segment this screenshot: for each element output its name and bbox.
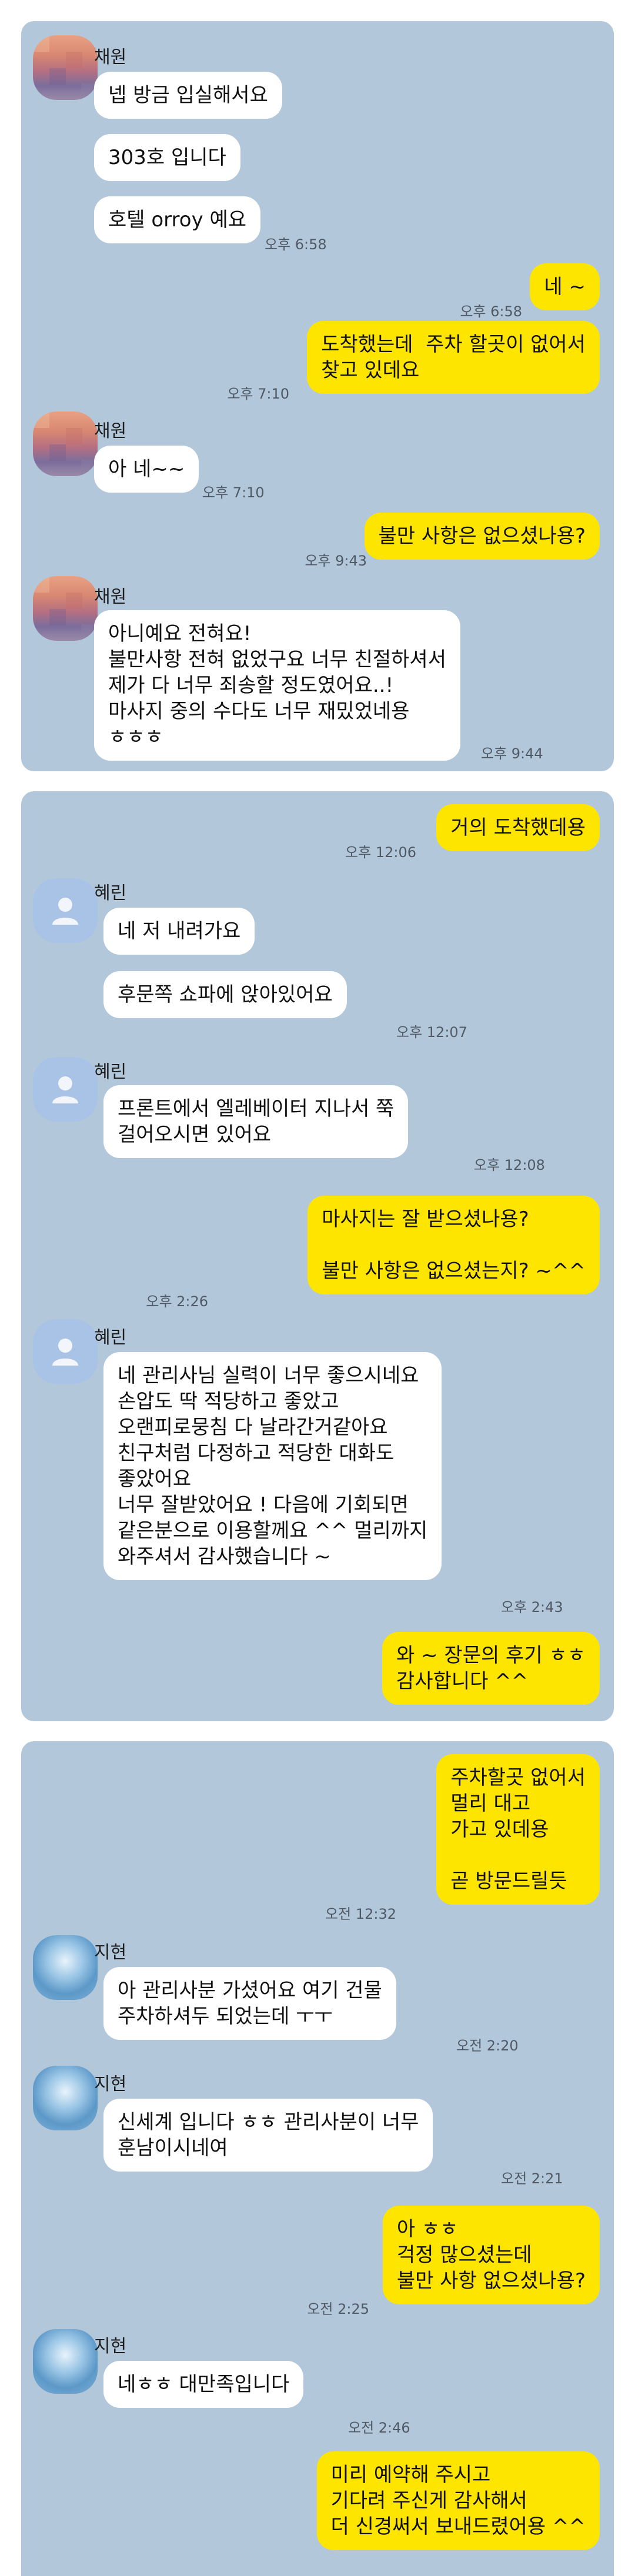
chat-screenshot-1: 채원 넵 방금 입실해서요 303호 입니다 호텔 orroy 예요 오후 6:… [21,21,614,771]
message-time: 오전 2:21 [501,2170,563,2187]
message-bubble-sent[interactable]: 불만 사항은 없으셨나용? [364,513,600,560]
message-time: 오후 12:08 [474,1157,545,1173]
avatar-hyerin[interactable] [33,878,98,943]
message-bubble[interactable]: 303호 입니다 [94,134,240,181]
sender-name: 혜린 [94,1327,127,1348]
message-bubble[interactable]: 아 관리사분 가셨어요 여기 건물 주차하셔두 되었는데 ㅜㅜ [103,1967,396,2040]
message-bubble[interactable]: 아니예요 전혀요! 불만사항 전혀 없었구요 너무 친절하셔서 제가 다 너무 … [94,610,460,761]
chat-screenshot-3: 주차할곳 없어서 멀리 대고 가고 있데용 곧 방문드릴듯 오전 12:32 지… [21,1741,614,2576]
avatar-chaewon[interactable] [33,412,98,476]
message-time: 오후 7:10 [202,484,265,501]
avatar-hyerin[interactable] [33,1319,98,1384]
message-bubble-sent[interactable]: 아 ㅎㅎ 걱정 많으셨는데 불만 사항 없으셨나용? [382,2206,600,2304]
sender-name: 지현 [94,2074,127,2095]
sender-name: 채원 [94,587,127,607]
avatar-chaewon[interactable] [33,35,98,100]
avatar-jihyun[interactable] [33,2329,98,2394]
message-time: 오전 2:25 [307,2301,369,2317]
message-bubble[interactable]: 프론트에서 엘레베이터 지나서 쭉 걸어오시면 있어요 [103,1085,409,1158]
message-bubble-sent[interactable]: 미리 예약해 주시고 기다려 주신게 감사해서 더 신경써서 보내드렸어용 ^^ [316,2451,600,2550]
message-time: 오전 2:46 [348,2420,410,2436]
message-bubble-sent[interactable]: 주차할곳 없어서 멀리 대고 가고 있데용 곧 방문드릴듯 [436,1754,600,1905]
message-time: 오전 2:20 [456,2038,519,2054]
person-icon [52,1076,78,1103]
message-time: 오후 9:43 [305,553,367,569]
message-bubble[interactable]: 네ㅎㅎ 대만족입니다 [103,2361,304,2408]
message-time: 오전 12:32 [325,1906,396,1922]
message-time: 오후 12:06 [345,844,416,861]
message-time: 오후 2:43 [501,1599,563,1615]
message-bubble[interactable]: 후문쪽 쇼파에 앉아있어요 [103,971,347,1018]
message-bubble[interactable]: 넵 방금 입실해서요 [94,72,282,119]
message-bubble-sent[interactable]: 마사지는 잘 받으셨나용? 불만 사항은 없으셨는지? ~^^ [308,1196,600,1294]
sender-name: 채원 [94,421,127,441]
person-icon [52,1339,78,1366]
message-time: 오후 12:07 [396,1024,467,1041]
sender-name: 지현 [94,2336,127,2357]
avatar-hyerin[interactable] [33,1057,98,1122]
message-bubble[interactable]: 네 저 내려가요 [103,908,255,955]
message-time: 오후 9:44 [481,745,543,762]
message-time: 오후 6:58 [460,303,522,320]
sender-name: 혜린 [94,883,127,904]
message-bubble[interactable]: 신세계 입니다 ㅎㅎ 관리사분이 너무 훈남이시네여 [103,2099,433,2172]
sender-name: 지현 [94,1942,127,1963]
message-time: 오후 7:10 [227,386,289,402]
message-time: 오후 2:26 [146,1293,208,1310]
avatar-chaewon[interactable] [33,576,98,641]
message-bubble-sent[interactable]: 거의 도착했데용 [436,804,600,851]
message-bubble[interactable]: 네 관리사님 실력이 너무 좋으시네요 손압도 딱 적당하고 좋았고 오랜피로뭉… [103,1352,442,1580]
person-icon [52,898,78,925]
message-bubble[interactable]: 호텔 orroy 예요 [94,196,261,243]
message-bubble-sent[interactable]: 도착했는데 주차 할곳이 없어서 찾고 있데요 [307,321,600,394]
sender-name: 채원 [94,47,127,68]
message-bubble[interactable]: 아 네~~ [94,446,199,493]
chat-screenshot-2: 거의 도착했데용 오후 12:06 혜린 네 저 내려가요 후문쪽 쇼파에 앉아… [21,791,614,1721]
message-time: 오후 6:58 [265,236,327,253]
sender-name: 혜린 [94,1062,127,1082]
message-bubble-sent[interactable]: 와 ~ 장문의 후기 ㅎㅎ 감사합니다 ^^ [382,1632,600,1705]
avatar-jihyun[interactable] [33,1935,98,2000]
message-bubble-sent[interactable]: 네 ~ [530,263,600,310]
avatar-jihyun[interactable] [33,2066,98,2130]
